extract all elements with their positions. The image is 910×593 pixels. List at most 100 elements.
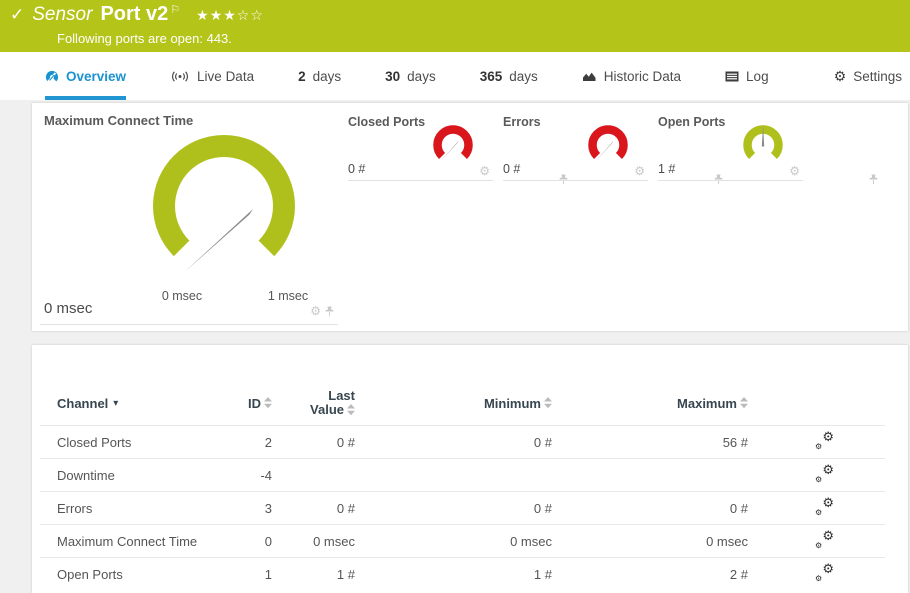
pin-icon[interactable] bbox=[325, 306, 334, 317]
table-row[interactable]: Maximum Connect Time 0 0 msec 0 msec 0 m… bbox=[40, 524, 885, 557]
channel-maximum: 2 # bbox=[729, 566, 748, 582]
channel-name[interactable]: Open Ports bbox=[40, 567, 222, 582]
channel-id: 1 bbox=[264, 566, 272, 582]
sort-icon bbox=[264, 397, 272, 409]
channel-last-value: 0 # bbox=[336, 434, 355, 450]
tab-label: Overview bbox=[66, 68, 127, 84]
broadcast-icon bbox=[172, 70, 188, 82]
tab-label: Log bbox=[746, 68, 769, 84]
gauge-settings-gear-icon[interactable]: ⚙ bbox=[310, 305, 321, 317]
gear-icon: ⚙ bbox=[833, 68, 847, 84]
sensor-name: Port v2 bbox=[100, 3, 169, 25]
tab-number: 30 bbox=[385, 68, 401, 84]
gauge-scale-max: 1 msec bbox=[267, 289, 309, 303]
column-label: Channel bbox=[57, 395, 109, 411]
channel-maximum: 56 # bbox=[722, 434, 748, 450]
area-chart-icon bbox=[582, 72, 596, 81]
channel-settings-icon[interactable]: ⚙ ⚙ bbox=[815, 562, 834, 583]
channel-name[interactable]: Closed Ports bbox=[40, 435, 222, 450]
gauge-settings-gear-icon[interactable]: ⚙ bbox=[479, 165, 490, 177]
channel-maximum: 0 msec bbox=[706, 533, 748, 549]
column-label: Minimum bbox=[483, 395, 541, 411]
gauge-value: 0 # bbox=[503, 162, 521, 176]
channel-id: -4 bbox=[260, 467, 272, 483]
column-label: Value bbox=[310, 402, 344, 417]
tab-2-days[interactable]: 2 days bbox=[298, 52, 341, 100]
tab-label: days bbox=[312, 68, 342, 84]
column-label: Maximum bbox=[677, 395, 737, 411]
stars-filled: ★★★ bbox=[196, 7, 237, 23]
tab-settings[interactable]: ⚙ Settings bbox=[834, 52, 902, 100]
log-list-icon bbox=[725, 71, 739, 81]
channel-settings-icon[interactable]: ⚙ ⚙ bbox=[815, 463, 834, 484]
tab-label: days bbox=[407, 68, 436, 84]
channel-minimum: 0 msec bbox=[510, 533, 552, 549]
channel-name[interactable]: Downtime bbox=[40, 468, 222, 483]
tab-number: 2 bbox=[298, 68, 306, 84]
table-header-row: Channel ▾ ID Last Value Minimum Maximum bbox=[40, 381, 885, 425]
channel-settings-icon[interactable]: ⚙ ⚙ bbox=[815, 430, 834, 451]
gauge-value: 0 msec bbox=[44, 300, 93, 317]
gauge-title: Errors bbox=[503, 115, 541, 129]
stars-empty: ☆☆ bbox=[236, 7, 264, 23]
pin-icon[interactable] bbox=[869, 174, 878, 185]
sensor-status-message: Following ports are open: 443. bbox=[57, 31, 232, 46]
tab-log[interactable]: Log bbox=[725, 52, 769, 100]
gauge-needle bbox=[184, 209, 253, 273]
column-header-channel[interactable]: Channel ▾ bbox=[40, 396, 222, 411]
tab-label: Historic Data bbox=[603, 68, 682, 84]
column-label: ID bbox=[248, 395, 261, 411]
flag-icon[interactable]: ⚐ bbox=[170, 3, 180, 16]
gauge-closed-ports: Closed Ports 0 # ⚙ bbox=[348, 111, 568, 185]
ok-check-icon: ✓ bbox=[10, 5, 25, 24]
channel-id: 3 bbox=[264, 500, 272, 516]
divider bbox=[40, 324, 338, 325]
tab-365-days[interactable]: 365 days bbox=[480, 52, 538, 100]
gauge-dial bbox=[743, 124, 783, 159]
gauge-dial bbox=[433, 125, 473, 163]
gauge-settings-gear-icon[interactable]: ⚙ bbox=[789, 165, 800, 177]
gauge-title: Open Ports bbox=[658, 115, 726, 129]
table-row[interactable]: Closed Ports 2 0 # 0 # 56 # ⚙ ⚙ bbox=[40, 425, 885, 458]
tab-historic-data[interactable]: Historic Data bbox=[582, 52, 681, 100]
column-label: Last bbox=[328, 388, 355, 403]
channel-settings-icon[interactable]: ⚙ ⚙ bbox=[815, 529, 834, 550]
channel-id: 2 bbox=[264, 434, 272, 450]
tab-label: Live Data bbox=[197, 68, 255, 84]
column-header-maximum[interactable]: Maximum bbox=[552, 396, 748, 411]
channel-last-value: 0 # bbox=[336, 500, 355, 516]
tab-label: Settings bbox=[853, 68, 902, 84]
channel-settings-icon[interactable]: ⚙ ⚙ bbox=[815, 496, 834, 517]
sort-icon bbox=[740, 397, 748, 409]
gauge-title: Closed Ports bbox=[348, 115, 426, 129]
channel-last-value: 0 msec bbox=[313, 533, 355, 549]
tab-number: 365 bbox=[479, 68, 503, 84]
column-header-id[interactable]: ID bbox=[222, 396, 272, 411]
channel-minimum: 1 # bbox=[533, 566, 552, 582]
tab-label: days bbox=[509, 68, 538, 84]
gauge-settings-gear-icon[interactable]: ⚙ bbox=[634, 165, 645, 177]
channel-name[interactable]: Maximum Connect Time bbox=[40, 534, 222, 549]
table-row[interactable]: Downtime -4 ⚙ ⚙ bbox=[40, 458, 885, 491]
gauge-title: Maximum Connect Time bbox=[44, 113, 194, 128]
tab-overview[interactable]: Overview bbox=[45, 52, 127, 100]
gauges-panel: Maximum Connect Time 0 msec 1 msec 0 mse… bbox=[32, 103, 908, 331]
tab-bar: Overview Live Data 2 days 30 days 365 da… bbox=[0, 52, 910, 100]
gauge-dial bbox=[588, 125, 628, 163]
gauge-maximum-connect-time: Maximum Connect Time 0 msec 1 msec 0 mse… bbox=[32, 103, 342, 331]
tab-30-days[interactable]: 30 days bbox=[385, 52, 436, 100]
table-row[interactable]: Open Ports 1 1 # 1 # 2 # ⚙ ⚙ bbox=[40, 557, 885, 590]
gauge-value: 1 # bbox=[658, 162, 676, 176]
column-header-minimum[interactable]: Minimum bbox=[355, 396, 552, 411]
priority-stars[interactable]: ★★★☆☆ bbox=[196, 7, 264, 24]
gauge-errors: Errors 0 # ⚙ bbox=[503, 111, 723, 185]
channel-maximum: 0 # bbox=[729, 500, 748, 516]
channel-name[interactable]: Errors bbox=[40, 501, 222, 516]
gauge-icon bbox=[45, 70, 59, 83]
gauge-value: 0 # bbox=[348, 162, 366, 176]
gauge-open-ports: Open Ports 1 # ⚙ bbox=[658, 111, 878, 185]
column-header-last-value[interactable]: Last Value bbox=[272, 389, 355, 417]
table-row[interactable]: Errors 3 0 # 0 # 0 # ⚙ ⚙ bbox=[40, 491, 885, 524]
gauge-dial bbox=[153, 134, 295, 273]
tab-live-data[interactable]: Live Data bbox=[170, 52, 254, 100]
